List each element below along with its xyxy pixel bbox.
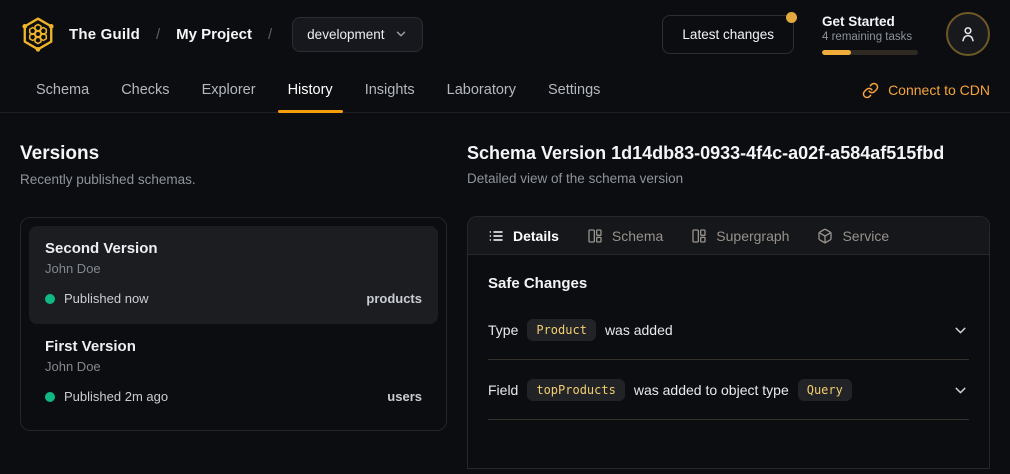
version-service-name: users xyxy=(387,389,422,404)
connect-to-cdn-link[interactable]: Connect to CDN xyxy=(862,68,990,112)
cube-icon xyxy=(817,228,833,244)
changes-list: Type Product was added Field topProducts was … xyxy=(488,300,969,420)
detail-tab-label: Schema xyxy=(612,228,663,244)
code-chip: topProducts xyxy=(527,379,624,401)
app-header: The Guild / My Project / development Lat… xyxy=(0,0,1010,68)
version-status: Published 2m ago xyxy=(64,389,168,404)
tab-settings[interactable]: Settings xyxy=(532,68,616,112)
version-item-second-version[interactable]: Second Version John Doe Published now produ… xyxy=(29,226,438,324)
schema-version-title: Schema Version 1d14db83-0933-4f4c-a02f-a… xyxy=(467,143,990,164)
chevron-down-icon xyxy=(394,27,408,41)
notification-dot xyxy=(786,12,797,23)
version-title: First Version xyxy=(45,338,422,355)
brand-home-link[interactable]: The Guild xyxy=(20,16,140,52)
detail-body: Safe Changes Type Product was added Fieldto… xyxy=(468,255,989,440)
detail-tab-supergraph[interactable]: Supergraph xyxy=(691,228,789,244)
detail-tab-label: Service xyxy=(842,228,889,244)
schema-version-subtitle: Detailed view of the schema version xyxy=(467,171,990,186)
code-chip: Product xyxy=(527,319,596,341)
chevron-down-icon[interactable] xyxy=(952,322,969,339)
change-row[interactable]: Type Product was added xyxy=(488,300,969,360)
versions-subtitle: Recently published schemas. xyxy=(20,172,447,187)
get-started-title: Get Started xyxy=(822,14,918,29)
change-row[interactable]: Field topProducts was added to object type… xyxy=(488,360,969,420)
user-avatar-button[interactable] xyxy=(946,12,990,56)
tab-schema[interactable]: Schema xyxy=(20,68,105,112)
get-started-subtitle: 4 remaining tasks xyxy=(822,31,918,43)
published-status-dot xyxy=(45,392,55,402)
detail-tab-details[interactable]: Details xyxy=(488,228,559,244)
latest-changes-label: Latest changes xyxy=(682,27,774,42)
detail-tab-schema[interactable]: Schema xyxy=(587,228,663,244)
change-text: Field xyxy=(488,382,518,398)
link-icon xyxy=(862,82,879,99)
breadcrumb-project[interactable]: My Project xyxy=(176,26,252,43)
main-nav: SchemaChecksExplorerHistoryInsightsLabor… xyxy=(0,68,1010,113)
columns-icon xyxy=(691,228,707,244)
version-item-first-version[interactable]: First Version John Doe Published 2m ago use… xyxy=(29,324,438,422)
change-text: was added xyxy=(605,322,673,338)
breadcrumb-separator: / xyxy=(266,26,274,43)
version-service-name: products xyxy=(366,291,422,306)
schema-version-detail-card: Details Schema Supergraph Service Safe Chan… xyxy=(467,216,990,469)
safe-changes-title: Safe Changes xyxy=(488,275,969,292)
columns-icon xyxy=(587,228,603,244)
environment-select-value: development xyxy=(307,27,384,42)
detail-tab-service[interactable]: Service xyxy=(817,228,889,244)
version-author: John Doe xyxy=(45,261,422,276)
main-content: Versions Recently published schemas. Sec… xyxy=(0,113,1010,469)
schema-version-panel: Schema Version 1d14db83-0933-4f4c-a02f-a… xyxy=(467,143,990,469)
environment-select[interactable]: development xyxy=(292,17,423,52)
nav-tabs: SchemaChecksExplorerHistoryInsightsLabor… xyxy=(20,68,616,112)
version-status: Published now xyxy=(64,291,149,306)
list-icon xyxy=(488,228,504,244)
breadcrumb-separator: / xyxy=(154,26,162,43)
code-chip: Query xyxy=(798,379,852,401)
version-meta: Published 2m ago users xyxy=(45,389,422,404)
get-started-widget[interactable]: Get Started 4 remaining tasks xyxy=(822,14,918,55)
connect-to-cdn-label: Connect to CDN xyxy=(888,82,990,98)
published-status-dot xyxy=(45,294,55,304)
tab-laboratory[interactable]: Laboratory xyxy=(431,68,532,112)
versions-list: Second Version John Doe Published now produ… xyxy=(20,217,447,431)
user-icon xyxy=(958,24,978,44)
detail-tab-label: Supergraph xyxy=(716,228,789,244)
tab-insights[interactable]: Insights xyxy=(349,68,431,112)
detail-tab-label: Details xyxy=(513,228,559,244)
latest-changes-button[interactable]: Latest changes xyxy=(662,15,794,54)
brand-name: The Guild xyxy=(69,26,140,43)
guild-logo-icon xyxy=(20,16,56,52)
version-author: John Doe xyxy=(45,359,422,374)
version-meta: Published now products xyxy=(45,291,422,306)
tab-checks[interactable]: Checks xyxy=(105,68,185,112)
change-text: was added to object type xyxy=(634,382,789,398)
get-started-progress-track xyxy=(822,50,918,55)
get-started-progress-fill xyxy=(822,50,851,55)
tab-explorer[interactable]: Explorer xyxy=(186,68,272,112)
versions-panel: Versions Recently published schemas. Sec… xyxy=(20,143,447,469)
version-title: Second Version xyxy=(45,240,422,257)
detail-tabs: Details Schema Supergraph Service xyxy=(468,217,989,255)
versions-title: Versions xyxy=(20,143,447,165)
tab-history[interactable]: History xyxy=(272,68,349,112)
change-text: Type xyxy=(488,322,518,338)
chevron-down-icon[interactable] xyxy=(952,382,969,399)
